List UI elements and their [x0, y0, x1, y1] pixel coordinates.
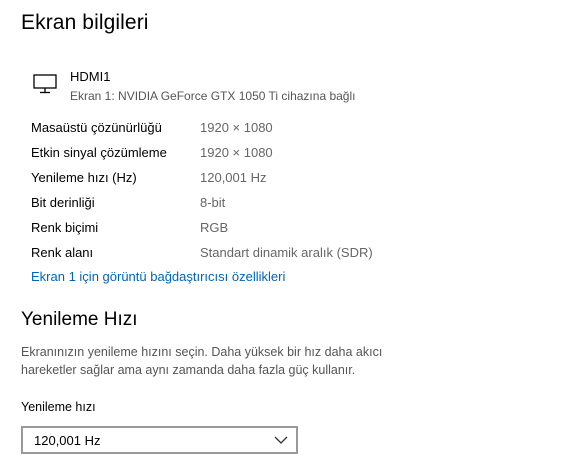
page-title: Ekran bilgileri [21, 11, 149, 34]
property-label: Masaüstü çözünürlüğü [31, 120, 162, 135]
display-properties: Masaüstü çözünürlüğü 1920 × 1080 Etkin s… [31, 117, 511, 267]
refresh-rate-field-label: Yenileme hızı [21, 400, 96, 414]
property-row: Yenileme hızı (Hz) 120,001 Hz [31, 167, 511, 192]
property-value: RGB [200, 220, 229, 235]
property-label: Renk biçimi [31, 220, 99, 235]
property-row: Bit derinliği 8-bit [31, 192, 511, 217]
property-row: Renk biçimi RGB [31, 217, 511, 242]
property-value: Standart dinamik aralık (SDR) [200, 245, 373, 260]
refresh-rate-dropdown[interactable]: 120,001 Hz [21, 426, 298, 454]
refresh-rate-selected-value: 120,001 Hz [34, 433, 101, 448]
monitor-name: HDMI1 [70, 69, 111, 84]
property-value: 8-bit [200, 195, 226, 210]
refresh-rate-heading: Yenileme Hızı [21, 309, 138, 330]
property-row: Masaüstü çözünürlüğü 1920 × 1080 [31, 117, 511, 142]
monitor-icon [33, 74, 57, 94]
refresh-rate-description-line: Ekranınızın yenileme hızını seçin. Daha … [21, 345, 383, 359]
display-adapter-properties-link[interactable]: Ekran 1 için görüntü bağdaştırıcısı özel… [31, 269, 285, 284]
refresh-rate-description-line: hareketler sağlar ama aynı zamanda daha … [21, 363, 356, 377]
display-info-page: Ekran bilgileri HDMI1 Ekran 1: NVIDIA Ge… [0, 0, 581, 465]
property-label: Bit derinliği [31, 195, 95, 210]
monitor-description: Ekran 1: NVIDIA GeForce GTX 1050 Ti ciha… [70, 89, 356, 103]
chevron-down-icon [274, 436, 288, 444]
property-row: Renk alanı Standart dinamik aralık (SDR) [31, 242, 511, 267]
property-row: Etkin sinyal çözümleme 1920 × 1080 [31, 142, 511, 167]
property-label: Renk alanı [31, 245, 94, 260]
monitor-info: HDMI1 Ekran 1: NVIDIA GeForce GTX 1050 T… [33, 68, 453, 108]
property-label: Etkin sinyal çözümleme [31, 145, 167, 160]
property-value: 1920 × 1080 [200, 120, 273, 135]
refresh-rate-description: Ekranınızın yenileme hızını seçin. Daha … [21, 343, 441, 379]
property-value: 1920 × 1080 [200, 145, 273, 160]
property-value: 120,001 Hz [200, 170, 267, 185]
property-label: Yenileme hızı (Hz) [31, 170, 137, 185]
